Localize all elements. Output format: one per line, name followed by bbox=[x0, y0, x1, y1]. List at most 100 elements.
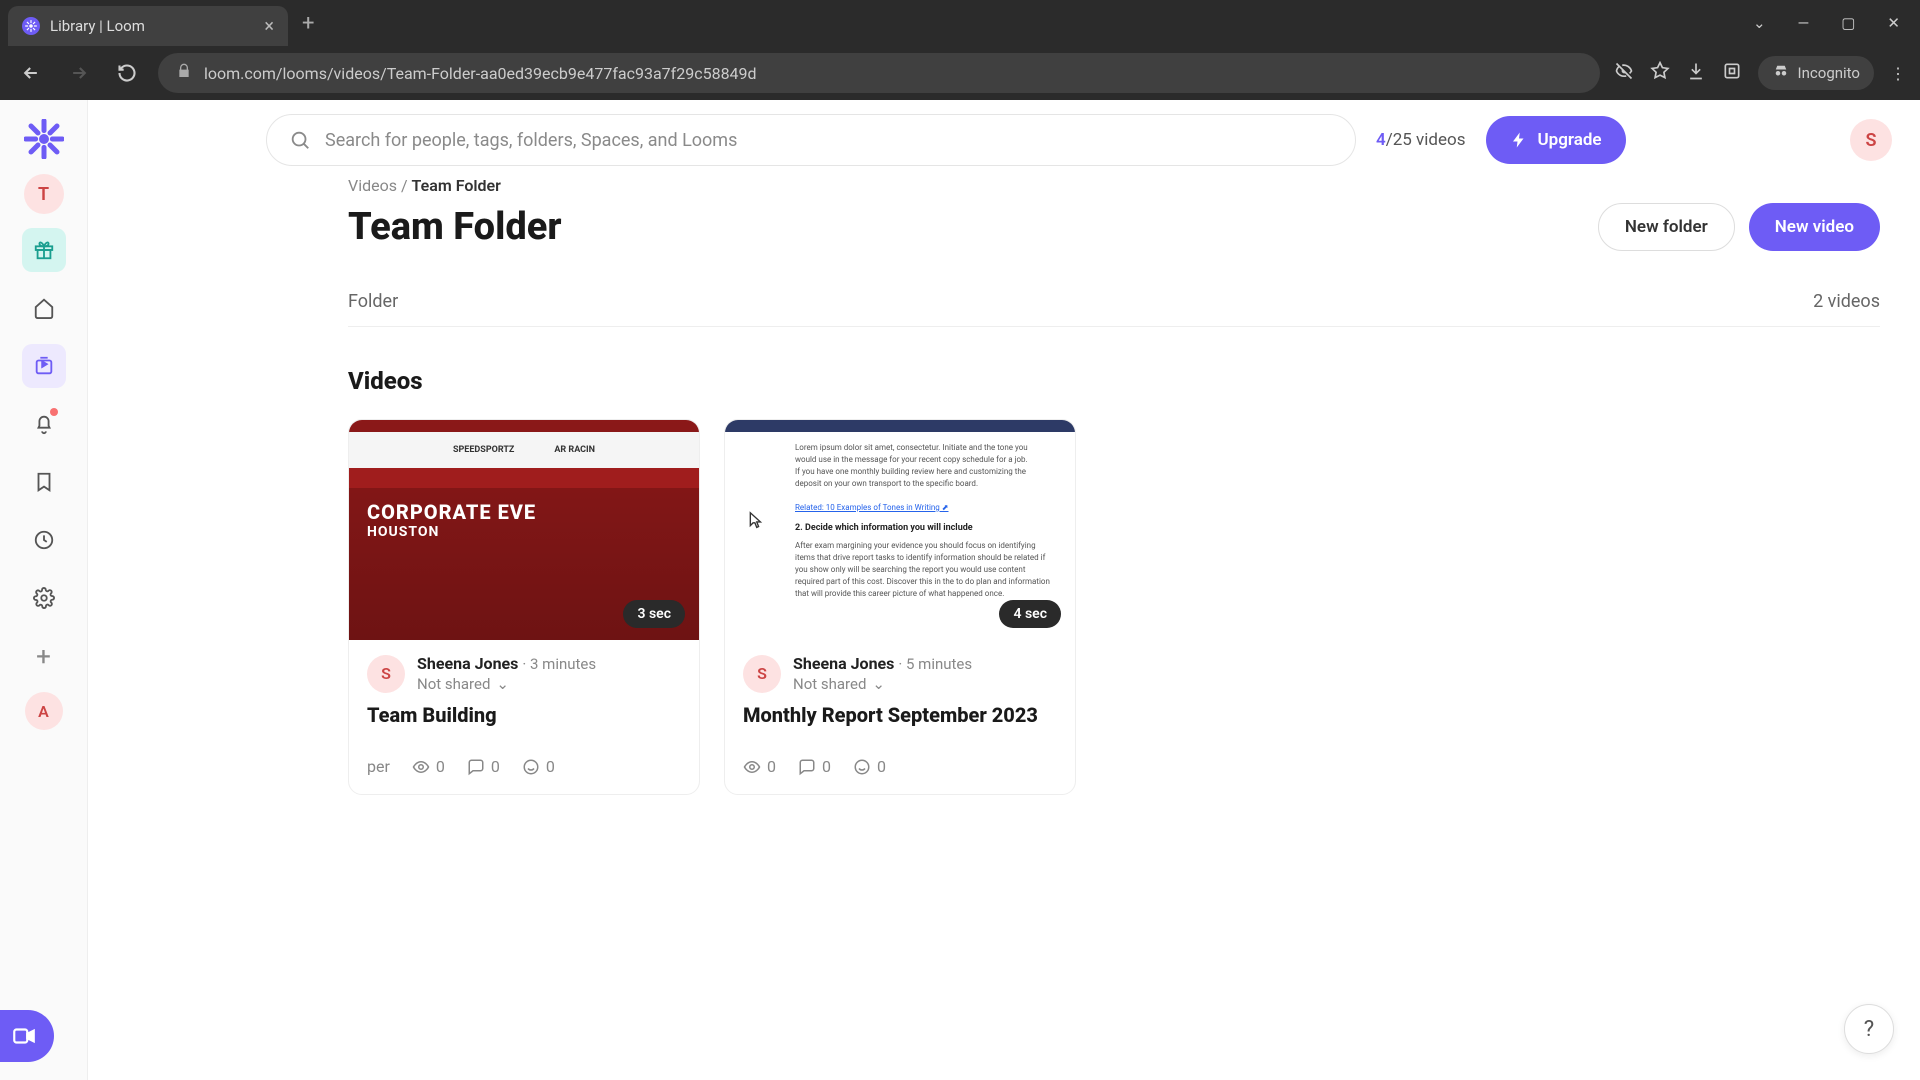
topbar: Search for people, tags, folders, Spaces… bbox=[88, 100, 1920, 180]
left-rail: T + A bbox=[0, 100, 88, 1080]
new-tab-button[interactable]: + bbox=[302, 11, 314, 36]
comment-icon bbox=[467, 758, 485, 776]
help-button[interactable]: ? bbox=[1844, 1004, 1894, 1054]
user-avatar[interactable]: S bbox=[1850, 119, 1892, 161]
author-name: Sheena Jones bbox=[793, 654, 894, 673]
browser-chrome: Library | Loom × + ⌄ — ▢ ✕ loom.com/loom… bbox=[0, 0, 1920, 100]
incognito-badge[interactable]: Incognito bbox=[1758, 56, 1874, 90]
title-actions: New folder New video bbox=[1598, 203, 1880, 251]
tab-title: Library | Loom bbox=[50, 17, 145, 35]
tab-bar: Library | Loom × + ⌄ — ▢ ✕ bbox=[0, 0, 1920, 46]
title-row: Team Folder New folder New video bbox=[348, 203, 1880, 251]
search-placeholder: Search for people, tags, folders, Spaces… bbox=[325, 130, 737, 151]
videos-heading: Videos bbox=[348, 367, 1880, 395]
author-row: S Sheena Jones · 5 minutes Not shared ⌄ bbox=[743, 654, 1057, 693]
author-name: Sheena Jones bbox=[417, 654, 518, 673]
address-bar: loom.com/looms/videos/Team-Folder-aa0ed3… bbox=[0, 46, 1920, 100]
card-body: S Sheena Jones · 3 minutes Not shared ⌄ … bbox=[349, 640, 699, 794]
loom-logo[interactable] bbox=[23, 118, 65, 160]
addr-right: Incognito ⋮ bbox=[1614, 56, 1906, 90]
bookmark-icon[interactable] bbox=[22, 460, 66, 504]
video-title: Team Building bbox=[367, 703, 681, 727]
lock-icon bbox=[176, 63, 192, 83]
video-stats: 0 0 0 bbox=[743, 757, 1057, 776]
cursor-icon bbox=[743, 510, 765, 536]
window-controls: ⌄ — ▢ ✕ bbox=[1741, 8, 1912, 38]
install-icon[interactable] bbox=[1722, 61, 1742, 85]
comments-stat: 0 bbox=[798, 757, 831, 776]
chevron-down-icon: ⌄ bbox=[496, 675, 509, 693]
breadcrumb: Videos / Team Folder bbox=[348, 180, 1880, 195]
author-avatar: S bbox=[743, 655, 781, 693]
upgrade-button[interactable]: Upgrade bbox=[1486, 116, 1626, 164]
forward-button[interactable] bbox=[62, 56, 96, 90]
eye-off-icon[interactable] bbox=[1614, 61, 1634, 85]
duration-badge: 3 sec bbox=[623, 600, 685, 628]
download-icon[interactable] bbox=[1686, 61, 1706, 85]
incognito-label: Incognito bbox=[1798, 64, 1860, 82]
smile-icon bbox=[853, 758, 871, 776]
search-icon bbox=[289, 129, 311, 151]
video-card[interactable]: SPEEDSPORTZAR RACIN CORPORATE EVE HOUSTO… bbox=[348, 419, 700, 795]
incognito-icon bbox=[1772, 62, 1790, 84]
video-thumbnail: SPEEDSPORTZAR RACIN CORPORATE EVE HOUSTO… bbox=[349, 420, 699, 640]
star-icon[interactable] bbox=[1650, 61, 1670, 85]
chevron-down-icon[interactable]: ⌄ bbox=[1741, 8, 1778, 38]
comments-stat: 0 bbox=[467, 757, 500, 776]
comment-icon bbox=[798, 758, 816, 776]
card-body: S Sheena Jones · 5 minutes Not shared ⌄ … bbox=[725, 640, 1075, 794]
eye-icon bbox=[412, 758, 430, 776]
bolt-icon bbox=[1510, 131, 1528, 149]
eye-icon bbox=[743, 758, 761, 776]
close-window-icon[interactable]: ✕ bbox=[1875, 8, 1912, 38]
author-row: S Sheena Jones · 3 minutes Not shared ⌄ bbox=[367, 654, 681, 693]
close-tab-icon[interactable]: × bbox=[264, 16, 274, 37]
duration-badge: 4 sec bbox=[999, 600, 1061, 628]
views-stat: 0 bbox=[412, 757, 445, 776]
video-thumbnail: Lorem ipsum dolor sit amet, consectetur.… bbox=[725, 420, 1075, 640]
reactions-stat: 0 bbox=[853, 757, 886, 776]
breadcrumb-current: Team Folder bbox=[412, 180, 501, 195]
share-status[interactable]: Not shared ⌄ bbox=[793, 675, 972, 693]
video-card[interactable]: Lorem ipsum dolor sit amet, consectetur.… bbox=[724, 419, 1076, 795]
folder-count: 2 videos bbox=[1813, 291, 1880, 312]
app: T + A Search for people, tags, folders, … bbox=[0, 100, 1920, 1080]
reload-button[interactable] bbox=[110, 56, 144, 90]
author-avatar: S bbox=[367, 655, 405, 693]
share-status[interactable]: Not shared ⌄ bbox=[417, 675, 596, 693]
page-title: Team Folder bbox=[348, 205, 562, 249]
library-icon[interactable] bbox=[22, 344, 66, 388]
smile-icon bbox=[522, 758, 540, 776]
video-stats: per 0 0 0 bbox=[367, 757, 681, 776]
maximize-icon[interactable]: ▢ bbox=[1829, 8, 1867, 38]
folder-label: Folder bbox=[348, 291, 398, 312]
main: Search for people, tags, folders, Spaces… bbox=[88, 100, 1920, 1080]
gear-icon[interactable] bbox=[22, 576, 66, 620]
history-icon[interactable] bbox=[22, 518, 66, 562]
folder-section-bar: Folder 2 videos bbox=[348, 291, 1880, 327]
secondary-avatar[interactable]: A bbox=[25, 692, 63, 730]
add-button[interactable]: + bbox=[36, 642, 51, 672]
breadcrumb-parent[interactable]: Videos bbox=[348, 180, 397, 195]
record-fab[interactable] bbox=[0, 1010, 54, 1062]
video-count: 4/25 videos bbox=[1376, 130, 1466, 150]
new-video-button[interactable]: New video bbox=[1749, 203, 1880, 251]
workspace-avatar[interactable]: T bbox=[24, 174, 64, 214]
menu-icon[interactable]: ⋮ bbox=[1890, 64, 1906, 83]
gift-icon[interactable] bbox=[22, 228, 66, 272]
new-folder-button[interactable]: New folder bbox=[1598, 203, 1735, 251]
minimize-icon[interactable]: — bbox=[1786, 8, 1822, 38]
chevron-down-icon: ⌄ bbox=[872, 675, 885, 693]
video-title: Monthly Report September 2023 bbox=[743, 703, 1057, 727]
reactions-stat: 0 bbox=[522, 757, 555, 776]
back-button[interactable] bbox=[14, 56, 48, 90]
bell-icon[interactable] bbox=[22, 402, 66, 446]
search-input[interactable]: Search for people, tags, folders, Spaces… bbox=[266, 114, 1356, 166]
upgrade-label: Upgrade bbox=[1538, 130, 1602, 150]
browser-tab[interactable]: Library | Loom × bbox=[8, 6, 288, 46]
url-box[interactable]: loom.com/looms/videos/Team-Folder-aa0ed3… bbox=[158, 53, 1600, 93]
video-cards: SPEEDSPORTZAR RACIN CORPORATE EVE HOUSTO… bbox=[348, 419, 1880, 795]
content: Videos / Team Folder Team Folder New fol… bbox=[88, 180, 1920, 1080]
loom-favicon bbox=[22, 17, 40, 35]
home-icon[interactable] bbox=[22, 286, 66, 330]
